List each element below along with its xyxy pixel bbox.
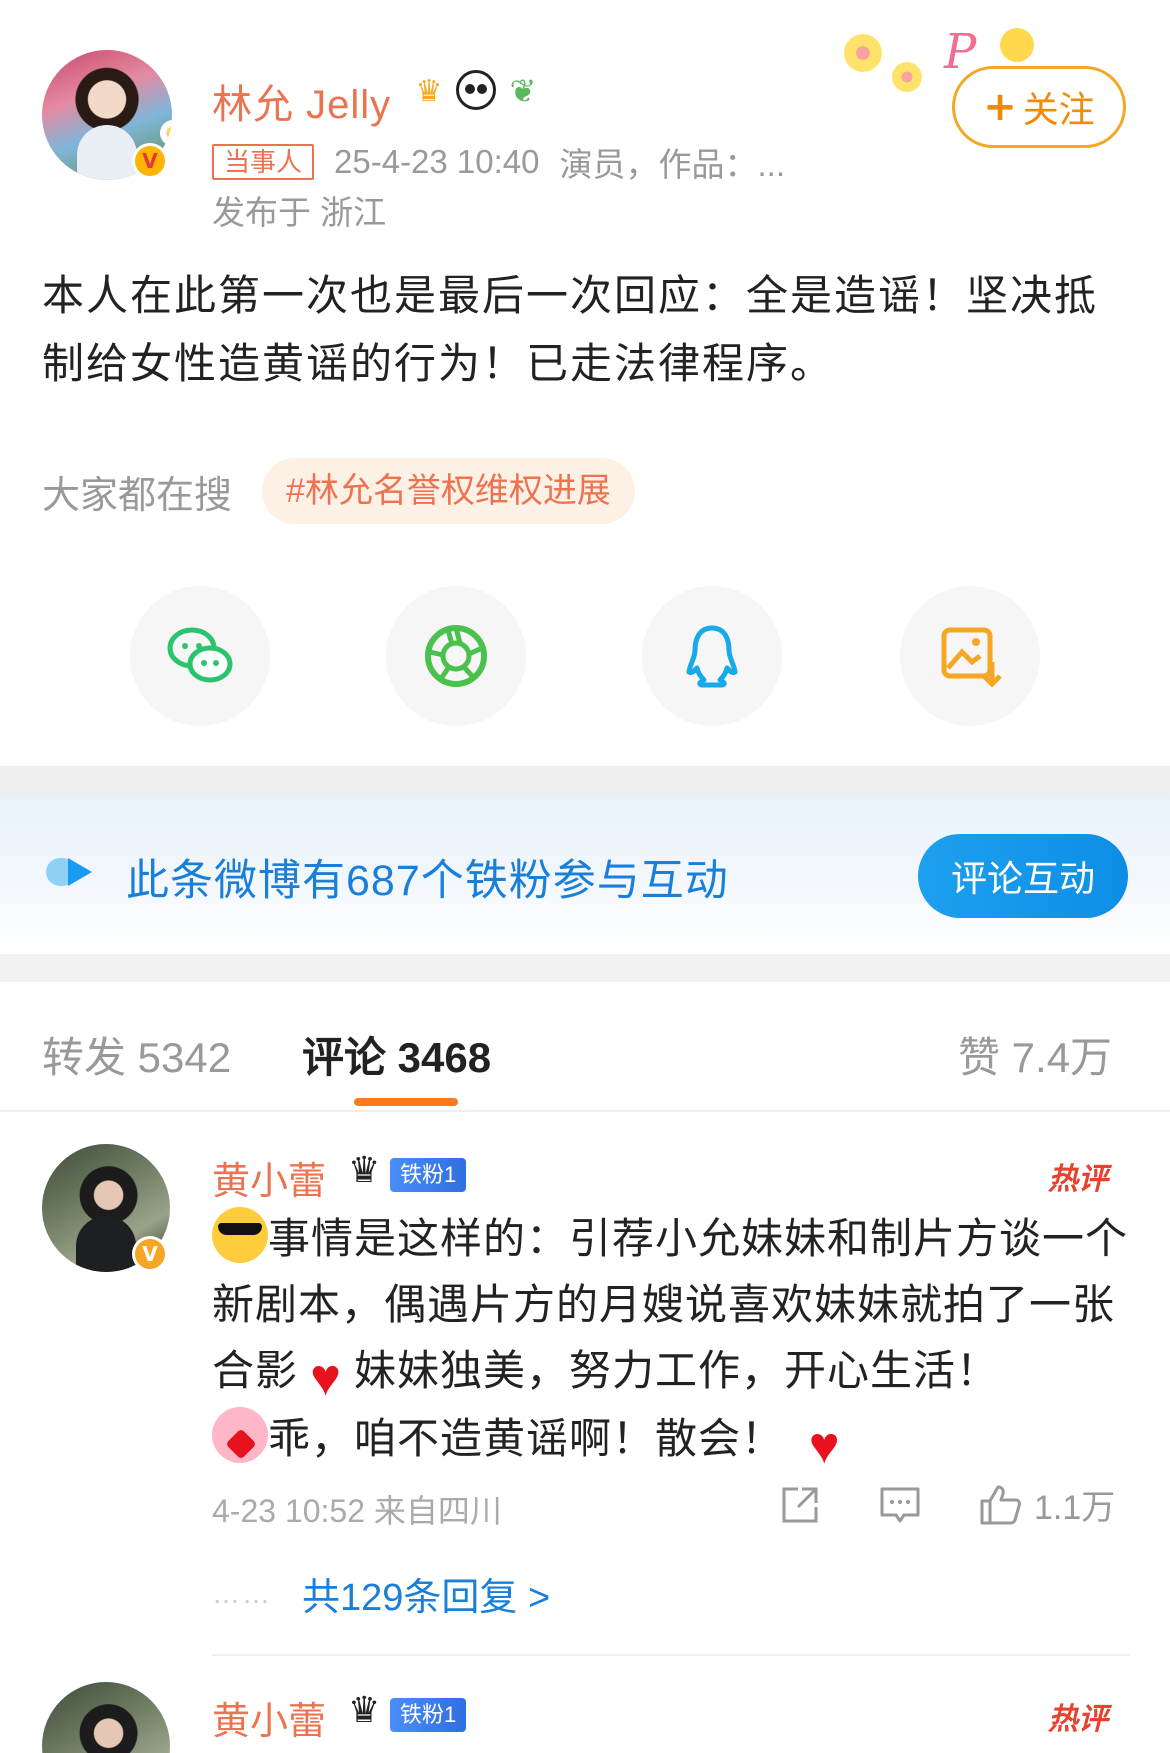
comment-text-part3: 乖，咱不造黄谣啊！散会！ — [268, 1415, 785, 1462]
comment-meta: 4-23 10:52 来自四川 — [212, 1493, 502, 1529]
section-divider — [0, 954, 1170, 982]
fans-banner: 此条微博有687个铁粉参与互动 评论互动 — [0, 794, 1170, 954]
comment-item: V 黄小蕾 ♛ 铁粉1 热评 事情是这样的：引荐小允妹妹和制片方谈一个新剧本，偶… — [0, 1112, 1170, 1672]
author-name[interactable]: 林允 Jelly — [212, 72, 391, 130]
post-time: 25-4-23 10:40 — [334, 143, 540, 180]
crown-icon: ♛ — [348, 1150, 381, 1191]
comment-item: 黄小蕾 ♛ 铁粉1 热评 — [0, 1672, 1170, 1753]
commenter-avatar[interactable] — [42, 1682, 170, 1753]
tab-comment[interactable]: 评论 3468 — [302, 1024, 491, 1085]
save-image-button[interactable] — [900, 586, 1040, 726]
sunglasses-emoji-icon — [212, 1207, 268, 1263]
post-meta: 当事人 25-4-23 10:40 演员，作品：... — [212, 138, 785, 186]
sprout-icon: ❦ — [509, 72, 537, 110]
repost-button[interactable] — [770, 1481, 830, 1529]
commenter-name[interactable]: 黄小蕾 — [212, 1690, 326, 1745]
fan-level-badge: 铁粉1 — [390, 1698, 467, 1732]
panda-icon — [456, 70, 496, 110]
hair-flower — [160, 120, 172, 146]
tab-repost[interactable]: 转发 5342 — [42, 1024, 231, 1085]
share-row — [130, 586, 1040, 726]
share-moments-button[interactable] — [386, 586, 526, 726]
post-text: 本人在此第一次也是最后一次回应：全是造谣！坚决抵制给女性造黄谣的行为！已走法律程… — [42, 272, 1099, 387]
like-button[interactable] — [970, 1481, 1030, 1529]
commenter-name[interactable]: 黄小蕾 — [212, 1150, 326, 1205]
interaction-tabs: 转发 5342 评论 3468 赞 7.4万 — [0, 982, 1170, 1112]
qq-icon — [686, 625, 738, 688]
active-tab-indicator — [354, 1098, 458, 1106]
section-divider — [0, 766, 1170, 794]
comment-icon — [880, 1487, 920, 1522]
comment-divider — [212, 1654, 1130, 1656]
verified-icon: V — [132, 143, 168, 179]
crown-icon: ♛ — [415, 73, 443, 109]
trending-label: 大家都在搜 — [42, 474, 233, 517]
heart-emoji-icon: ♥ — [310, 1349, 342, 1407]
share-wechat-button[interactable] — [130, 586, 270, 726]
kiss-emoji-icon — [212, 1407, 268, 1463]
comment-interact-button[interactable]: 评论互动 — [918, 834, 1128, 918]
verified-icon: V — [132, 1236, 168, 1272]
moments-icon — [425, 625, 487, 687]
post-location: 发布于 浙江 — [212, 194, 387, 231]
crown-icon: ♛ — [348, 1690, 381, 1731]
comment-text: 事情是这样的：引荐小允妹妹和制片方谈一个新剧本，偶遇片方的月嫂说喜欢妹妹就拍了一… — [212, 1206, 1132, 1474]
hot-comment-badge: 热评 — [1048, 1163, 1108, 1196]
comment-text-part2: 妹妹独美，努力工作，开心生活！ — [354, 1347, 1000, 1394]
replies-row: …… 共129条回复 > — [212, 1566, 550, 1621]
hot-comment-badge: 热评 — [1048, 1703, 1108, 1736]
follow-button[interactable]: + 关注 — [952, 66, 1126, 148]
reply-dots: …… — [212, 1577, 272, 1609]
follow-label: 关注 — [1022, 89, 1095, 130]
tab-like[interactable]: 赞 7.4万 — [958, 1024, 1112, 1085]
fans-interaction-icon — [46, 858, 92, 886]
save-image-icon — [941, 627, 1002, 688]
share-out-icon — [782, 1487, 818, 1522]
like-count: 1.1万 — [1034, 1489, 1116, 1527]
heart-emoji-icon: ♥ — [808, 1417, 841, 1475]
plus-icon: + — [983, 84, 1017, 130]
comment-actions: 1.1万 — [770, 1480, 1115, 1529]
post-header: V 林允 Jelly ♛ ❦ 当事人 25-4-23 10:40 演员，作品：.… — [0, 0, 1170, 240]
wechat-icon — [167, 627, 233, 683]
fans-banner-text: 此条微博有687个铁粉参与互动 — [126, 857, 729, 905]
party-tag: 当事人 — [212, 144, 315, 180]
thumbs-up-icon — [980, 1485, 1021, 1524]
topic-chip[interactable]: #林允名誉权维权进展 — [262, 458, 635, 524]
author-bio: 演员，作品：... — [559, 146, 786, 183]
view-replies-link[interactable]: 共129条回复 > — [302, 1566, 550, 1621]
trending-search: 大家都在搜 #林允名誉权维权进展 — [42, 458, 635, 524]
reply-button[interactable] — [870, 1481, 930, 1529]
share-qq-button[interactable] — [642, 586, 782, 726]
author-badges: ♛ ❦ — [408, 70, 544, 112]
fan-level-badge: 铁粉1 — [390, 1158, 467, 1192]
